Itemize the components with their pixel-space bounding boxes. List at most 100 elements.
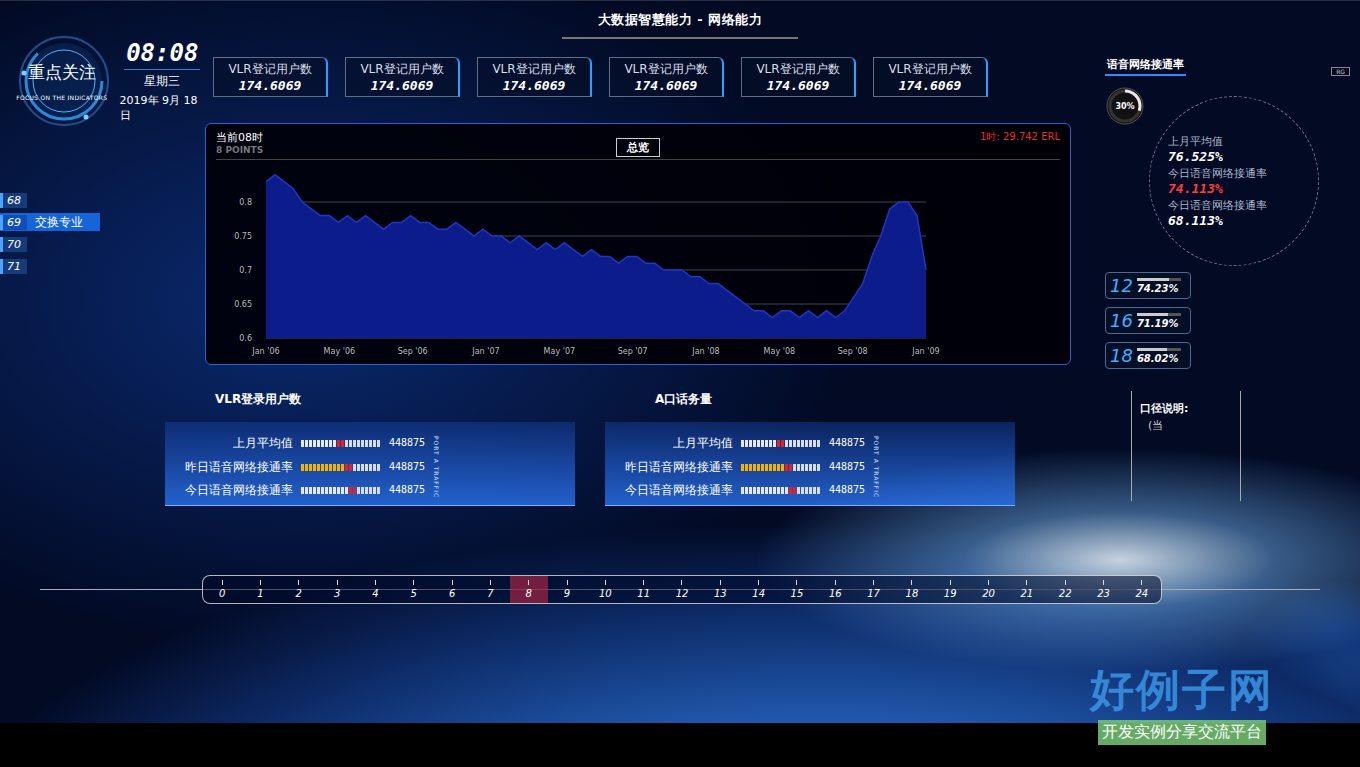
meter-segment xyxy=(345,440,348,447)
meter-segment xyxy=(785,440,788,447)
metric-side-label: PORT A TRAFFIC xyxy=(873,436,880,498)
timeline-hour[interactable]: 22 xyxy=(1046,576,1084,603)
stat-card-value: 174.6069 xyxy=(503,78,566,93)
meter-segment xyxy=(337,487,340,494)
meter-segment xyxy=(325,440,328,447)
chart-y-tick: 0.75 xyxy=(234,232,252,241)
timeline-hour[interactable]: 17 xyxy=(854,576,892,603)
meter-segment xyxy=(797,440,800,447)
meter-segment xyxy=(805,487,808,494)
timeline-hour[interactable]: 20 xyxy=(969,576,1007,603)
meter-segment xyxy=(809,440,812,447)
timeline-hour[interactable]: 14 xyxy=(739,576,777,603)
meter-segment xyxy=(745,464,748,471)
meter-segment xyxy=(321,464,324,471)
stat-cards: VLR登记用户数 174.6069VLR登记用户数 174.6069VLR登记用… xyxy=(205,57,1075,97)
timeline-hour[interactable]: 5 xyxy=(395,576,433,603)
timeline-hour[interactable]: 13 xyxy=(701,576,739,603)
timeline-hour[interactable]: 7 xyxy=(471,576,509,603)
meter-segment xyxy=(809,464,812,471)
meter-segment xyxy=(777,464,780,471)
meter-segment xyxy=(745,487,748,494)
timeline-hour[interactable]: 0 xyxy=(203,576,241,603)
sidebar-item-label: 交换专业 xyxy=(35,214,83,231)
metric-label: 上月平均值 xyxy=(185,436,293,452)
timeline-hour[interactable]: 10 xyxy=(586,576,624,603)
meter-segment xyxy=(325,487,328,494)
meter-segment xyxy=(377,440,380,447)
hourly-hour: 16 xyxy=(1110,310,1133,331)
rate-circle: 上月平均值 76.525%今日语音网络接通率 74.113%今日语音网络接通率 … xyxy=(1149,96,1319,266)
meter-segment xyxy=(361,464,364,471)
rate-item: 今日语音网络接通率 74.113% xyxy=(1168,166,1318,196)
meter-segment xyxy=(329,440,332,447)
rate-item-label: 今日语音网络接通率 xyxy=(1168,166,1318,181)
meter-segment xyxy=(369,440,372,447)
meter-segment xyxy=(349,464,352,471)
meter-segment xyxy=(757,440,760,447)
meter-segment xyxy=(357,464,360,471)
watermark-title: 好例子网 xyxy=(1090,666,1274,714)
timeline-hour[interactable]: 16 xyxy=(816,576,854,603)
meter-segment xyxy=(353,440,356,447)
hourly-track xyxy=(1137,348,1181,351)
sidebar-item[interactable]: 68 xyxy=(0,191,100,209)
meter-segment xyxy=(353,464,356,471)
timeline-hour[interactable]: 4 xyxy=(356,576,394,603)
timeline-hour[interactable]: 18 xyxy=(893,576,931,603)
clock: 08:08 星期三 2019年 9月 18日 xyxy=(120,39,205,123)
metric-label: 今日语音网络接通率 xyxy=(625,483,733,499)
meter-segment xyxy=(749,487,752,494)
meter-segment xyxy=(753,464,756,471)
sidebar-item-number: 70 xyxy=(0,237,27,252)
timeline-hour[interactable]: 23 xyxy=(1084,576,1122,603)
meter-segment xyxy=(805,440,808,447)
timeline-hour[interactable]: 11 xyxy=(625,576,663,603)
meter-segment xyxy=(317,440,320,447)
metric-meter xyxy=(741,487,821,494)
hourly-fill xyxy=(1137,278,1170,281)
metric-meter xyxy=(301,487,381,494)
timeline-hour[interactable]: 8 xyxy=(510,576,548,603)
chart-x-tick: May '08 xyxy=(764,347,795,356)
timeline-hour[interactable]: 2 xyxy=(280,576,318,603)
area-chart: 0.80.750.70.650.6Jan '06May '06Sep '06Ja… xyxy=(216,160,1056,360)
stat-card-value: 174.6069 xyxy=(635,78,698,93)
timeline-hour[interactable]: 15 xyxy=(778,576,816,603)
timeline-hour[interactable]: 21 xyxy=(1008,576,1046,603)
sidebar-item[interactable]: 71 xyxy=(0,257,100,275)
meter-segment xyxy=(345,487,348,494)
timeline-hour[interactable]: 24 xyxy=(1123,576,1161,603)
center-column: VLR登记用户数 174.6069VLR登记用户数 174.6069VLR登记用… xyxy=(205,41,1075,571)
sidebar-item[interactable]: 70 xyxy=(0,235,100,253)
metric-meter xyxy=(741,440,821,447)
meter-segment xyxy=(761,464,764,471)
meter-segment xyxy=(753,487,756,494)
clock-weekday: 星期三 xyxy=(144,73,180,90)
meter-segment xyxy=(777,440,780,447)
hourly-fill xyxy=(1137,313,1168,316)
chart-reading: 1时: 29.742 ERL xyxy=(920,130,1060,144)
sidebar-item[interactable]: 69 交换专业 xyxy=(0,213,100,231)
meter-segment xyxy=(377,487,380,494)
timeline-hour[interactable]: 3 xyxy=(318,576,356,603)
meter-segment xyxy=(341,487,344,494)
metric-value: 448875 xyxy=(389,484,425,495)
chart-x-tick: Jan '09 xyxy=(911,347,939,356)
meter-segment xyxy=(305,440,308,447)
timeline-hour[interactable]: 9 xyxy=(548,576,586,603)
meter-segment xyxy=(313,464,316,471)
timeline-hour[interactable]: 1 xyxy=(241,576,279,603)
meter-segment xyxy=(349,487,352,494)
chart-tab[interactable]: 总览 xyxy=(616,138,660,157)
timeline-hour[interactable]: 19 xyxy=(931,576,969,603)
meter-segment xyxy=(333,440,336,447)
timeline-hour[interactable]: 12 xyxy=(663,576,701,603)
focus-ring: 重点关注 FOCUS ON THE INDICATORS xyxy=(8,33,116,129)
timeline-hour[interactable]: 6 xyxy=(433,576,471,603)
metric-label: 今日语音网络接通率 xyxy=(185,483,293,499)
metric-label: 昨日语音网络接通率 xyxy=(185,460,293,476)
focus-label: 重点关注 FOCUS ON THE INDICATORS xyxy=(16,61,107,101)
sidebar-item-number: 69 xyxy=(0,215,27,230)
metric-label: 昨日语音网络接通率 xyxy=(625,460,733,476)
